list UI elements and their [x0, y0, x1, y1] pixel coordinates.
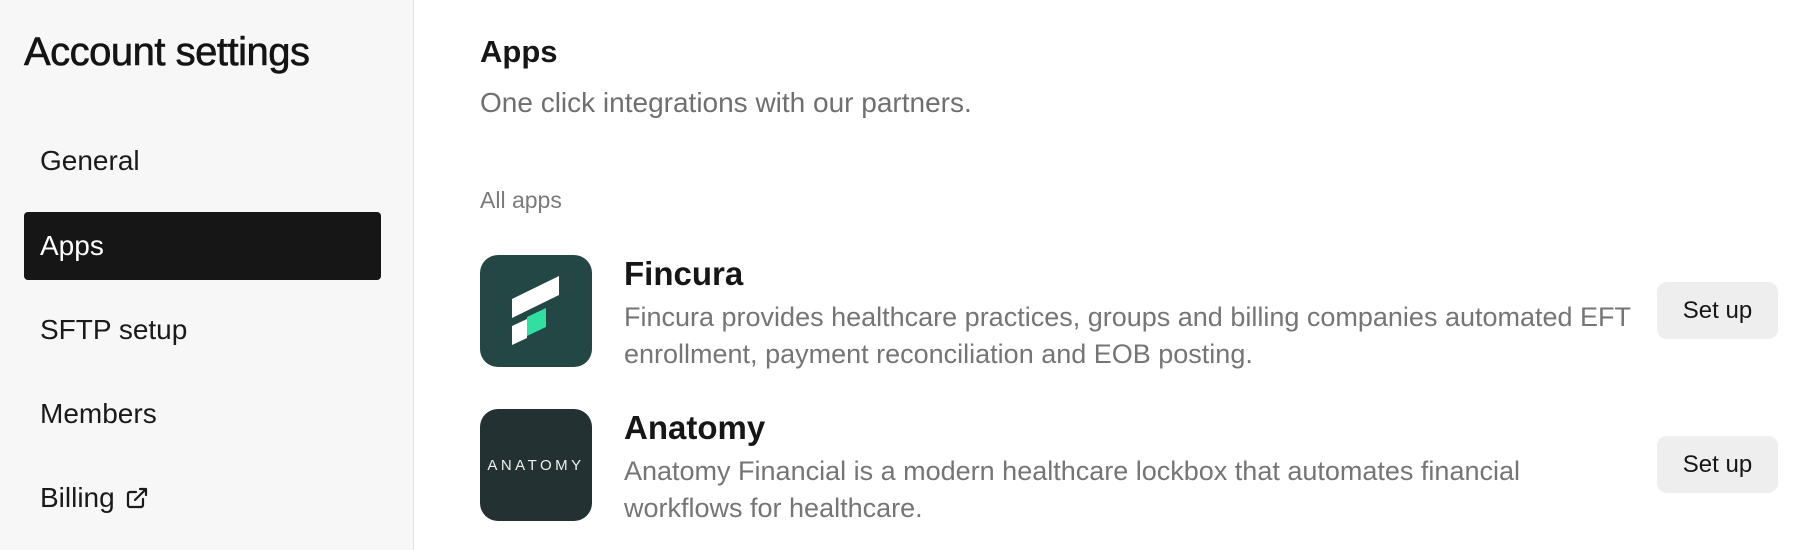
- sidebar-item-label: Billing: [40, 482, 115, 513]
- app-row-anatomy: ANATOMY Anatomy Anatomy Financial is a m…: [480, 409, 1814, 523]
- app-name: Anatomy: [624, 409, 766, 446]
- sidebar-item-label: Members: [40, 398, 157, 429]
- sidebar-item-label: General: [40, 145, 140, 176]
- sidebar-item-members[interactable]: Members: [24, 380, 381, 448]
- app-description: Anatomy Financial is a modern healthcare…: [624, 456, 1520, 523]
- external-link-icon: [125, 486, 149, 510]
- app-row-fincura: Fincura Fincura provides healthcare prac…: [480, 255, 1814, 369]
- settings-sidebar: Account settings General Apps SFTP setup…: [0, 0, 414, 550]
- apps-panel: Apps One click integrations with our par…: [414, 0, 1814, 550]
- anatomy-setup-button[interactable]: Set up: [1657, 436, 1778, 493]
- app-name: Fincura: [624, 255, 744, 292]
- sidebar-item-sftp-setup[interactable]: SFTP setup: [24, 296, 381, 364]
- fincura-logo: [480, 255, 592, 367]
- sidebar-title: Account settings: [24, 30, 311, 75]
- sidebar-item-apps[interactable]: Apps: [24, 212, 381, 280]
- sidebar-item-label: SFTP setup: [40, 314, 188, 345]
- sidebar-item-general[interactable]: General: [24, 127, 381, 195]
- page-title: Apps: [480, 34, 558, 69]
- sidebar-item-billing[interactable]: Billing: [24, 464, 381, 532]
- apps-group-label: All apps: [480, 187, 562, 213]
- app-description: Fincura provides healthcare practices, g…: [624, 302, 1631, 369]
- sidebar-item-label: Apps: [40, 230, 104, 261]
- page-subtitle: One click integrations with our partners…: [480, 87, 972, 118]
- fincura-setup-button[interactable]: Set up: [1657, 282, 1778, 339]
- anatomy-logo: ANATOMY: [480, 409, 592, 521]
